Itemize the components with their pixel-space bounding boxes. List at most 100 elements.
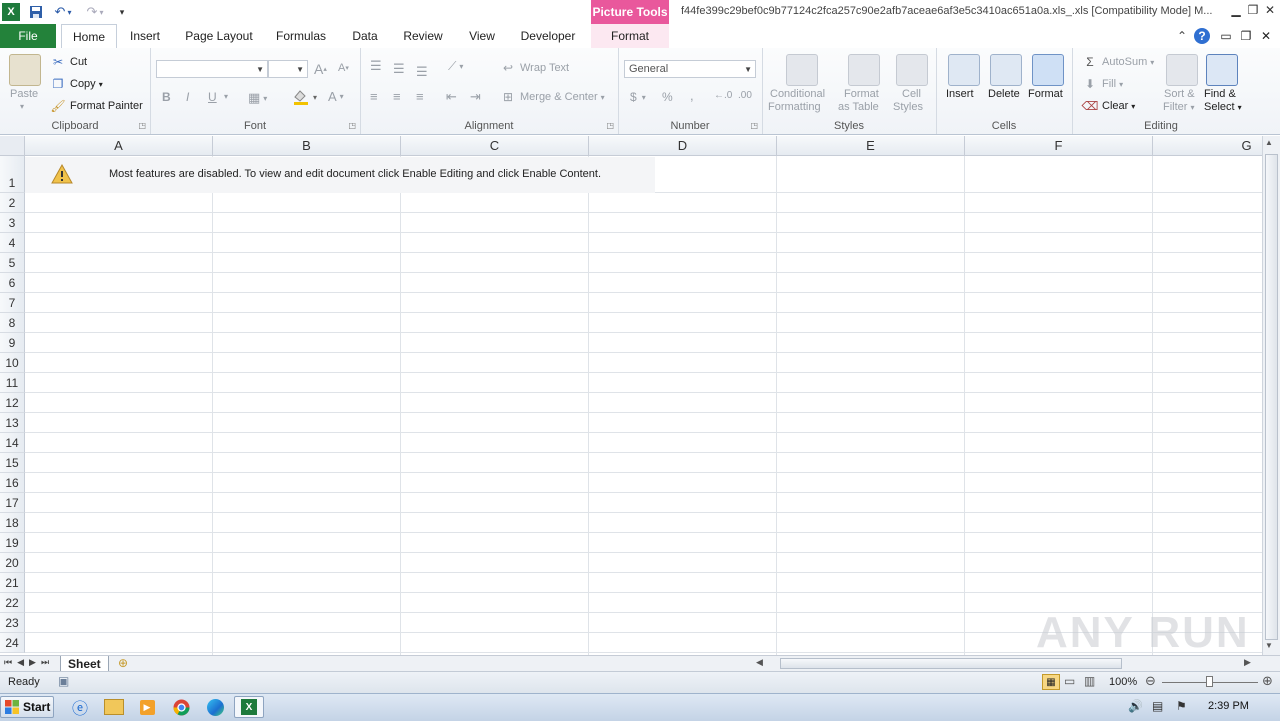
doc-restore-icon[interactable]: ❐	[1238, 28, 1254, 44]
row-header[interactable]: 7	[0, 293, 25, 313]
wrap-text-button[interactable]: ↩ Wrap Text	[500, 60, 569, 76]
tab-format[interactable]: Format	[591, 24, 669, 48]
restore-icon[interactable]: ❐	[1245, 2, 1261, 18]
tab-home[interactable]: Home	[61, 24, 117, 49]
italic-button[interactable]: I	[186, 90, 189, 104]
minimize-icon[interactable]: ▁	[1228, 2, 1244, 18]
excel-taskbar-icon[interactable]: X	[234, 696, 264, 718]
row-header[interactable]: 24	[0, 633, 25, 653]
zoom-in-icon[interactable]: ⊕	[1262, 673, 1273, 689]
row-header[interactable]: 19	[0, 533, 25, 553]
sort-filter-line2[interactable]: Filter ▾	[1163, 101, 1194, 113]
format-cells-button[interactable]: Format	[1028, 88, 1063, 100]
grow-font-icon[interactable]: A ▴	[314, 61, 327, 77]
align-middle-icon[interactable]: ☰	[393, 61, 405, 77]
column-header[interactable]: G	[1153, 136, 1262, 156]
sheet-nav-icons[interactable]: ⏮◀▶⏭	[4, 657, 54, 668]
horizontal-scroll-thumb[interactable]	[780, 658, 1122, 669]
tab-developer[interactable]: Developer	[514, 24, 582, 48]
align-center-icon[interactable]: ≡	[393, 89, 401, 104]
font-size-combo[interactable]: ▼	[268, 60, 308, 78]
delete-cells-button[interactable]: Delete	[988, 88, 1020, 100]
insert-cells-button[interactable]: Insert	[946, 88, 974, 100]
conditional-formatting-line2[interactable]: Formatting	[768, 101, 821, 113]
zoom-out-icon[interactable]: ⊖	[1145, 673, 1156, 689]
comma-button[interactable]: ,	[690, 88, 694, 103]
row-header[interactable]: 6	[0, 273, 25, 293]
underline-dropdown-icon[interactable]: ▾	[224, 92, 228, 101]
conditional-formatting-line1[interactable]: Conditional	[770, 88, 825, 100]
fill-button[interactable]: ⬇ Fill ▾	[1082, 76, 1123, 92]
cell-styles-icon[interactable]	[896, 54, 928, 86]
row-header[interactable]: 16	[0, 473, 25, 493]
volume-icon[interactable]: 🔊	[1128, 699, 1143, 713]
increase-indent-icon[interactable]: ⇥	[470, 89, 481, 105]
column-header[interactable]: D	[589, 136, 777, 156]
column-header[interactable]: C	[401, 136, 589, 156]
insert-sheet-icon[interactable]: ⊕	[118, 656, 128, 670]
row-header[interactable]: 15	[0, 453, 25, 473]
row-header[interactable]: 18	[0, 513, 25, 533]
row-header[interactable]: 12	[0, 393, 25, 413]
vertical-scroll-thumb[interactable]	[1265, 154, 1278, 640]
copy-button[interactable]: ❐ Copy ▾	[50, 76, 103, 92]
align-left-icon[interactable]: ≡	[370, 89, 378, 104]
column-header[interactable]: F	[965, 136, 1153, 156]
column-header[interactable]: A	[25, 136, 213, 156]
paste-dropdown-icon[interactable]: ▾	[20, 102, 24, 111]
undo-icon[interactable]: ↶ ▾	[50, 3, 76, 21]
save-icon[interactable]	[27, 3, 45, 21]
row-header[interactable]: 22	[0, 593, 25, 613]
clear-button[interactable]: ⌫ Clear ▾	[1082, 98, 1136, 114]
row-header[interactable]: 5	[0, 253, 25, 273]
scroll-left-icon[interactable]: ◀	[756, 657, 763, 668]
paste-icon[interactable]	[9, 54, 41, 86]
row-header[interactable]: 23	[0, 613, 25, 633]
format-painter-button[interactable]: 🖌 Format Painter	[50, 98, 142, 114]
worksheet-grid[interactable]: ABCDEFG 1 2 3 4 5 6 7 8 9 10 11 12 13 14 15 16 17 18 19 20 2…	[0, 136, 1262, 655]
tab-review[interactable]: Review	[398, 24, 448, 48]
help-icon[interactable]: ?	[1194, 28, 1210, 44]
row-header[interactable]: 17	[0, 493, 25, 513]
explorer-icon[interactable]	[100, 696, 128, 718]
paste-button[interactable]: Paste	[10, 88, 38, 100]
page-layout-view-icon[interactable]: ▭	[1064, 674, 1075, 688]
conditional-formatting-icon[interactable]	[786, 54, 818, 86]
sort-filter-icon[interactable]	[1166, 54, 1198, 86]
row-header[interactable]: 11	[0, 373, 25, 393]
doc-minimize-icon[interactable]: ▭	[1218, 28, 1234, 44]
column-header[interactable]: B	[213, 136, 401, 156]
scroll-right-icon[interactable]: ▶	[1244, 657, 1251, 668]
redo-icon[interactable]: ↷ ▾	[82, 3, 108, 21]
merge-center-button[interactable]: ⊞ Merge & Center ▾	[500, 89, 605, 105]
cell-styles-line1[interactable]: Cell	[902, 88, 921, 100]
decrease-indent-icon[interactable]: ⇤	[446, 89, 457, 105]
network-icon[interactable]: ▤	[1152, 699, 1163, 713]
row-header[interactable]: 1	[0, 156, 25, 193]
edge-icon[interactable]	[201, 696, 229, 718]
zoom-level[interactable]: 100%	[1109, 676, 1137, 688]
normal-view-icon[interactable]: ▦	[1042, 674, 1060, 690]
borders-icon[interactable]: ▦ ▾	[248, 90, 267, 106]
binoculars-icon[interactable]	[1206, 54, 1238, 86]
number-launcher-icon[interactable]: ◳	[750, 121, 758, 130]
insert-cells-icon[interactable]	[948, 54, 980, 86]
tab-file[interactable]: File	[0, 24, 56, 48]
row-header[interactable]: 3	[0, 213, 25, 233]
align-top-icon[interactable]: ☰	[370, 58, 382, 74]
tab-page-layout[interactable]: Page Layout	[180, 24, 258, 48]
font-launcher-icon[interactable]: ◳	[348, 121, 356, 130]
row-header[interactable]: 2	[0, 193, 25, 213]
format-cells-icon[interactable]	[1032, 54, 1064, 86]
select-all-corner[interactable]	[0, 136, 25, 156]
orientation-icon[interactable]: ⟋ ▾	[448, 59, 463, 74]
macro-record-icon[interactable]: ▣	[58, 674, 69, 688]
format-as-table-line1[interactable]: Format	[844, 88, 879, 100]
font-name-combo[interactable]: ▼	[156, 60, 268, 78]
find-select-line2[interactable]: Select ▾	[1204, 101, 1242, 113]
clipboard-launcher-icon[interactable]: ◳	[138, 121, 146, 130]
row-header[interactable]: 20	[0, 553, 25, 573]
row-header[interactable]: 21	[0, 573, 25, 593]
cell-styles-line2[interactable]: Styles	[893, 101, 923, 113]
sheet-tab[interactable]: Sheet	[60, 656, 109, 672]
